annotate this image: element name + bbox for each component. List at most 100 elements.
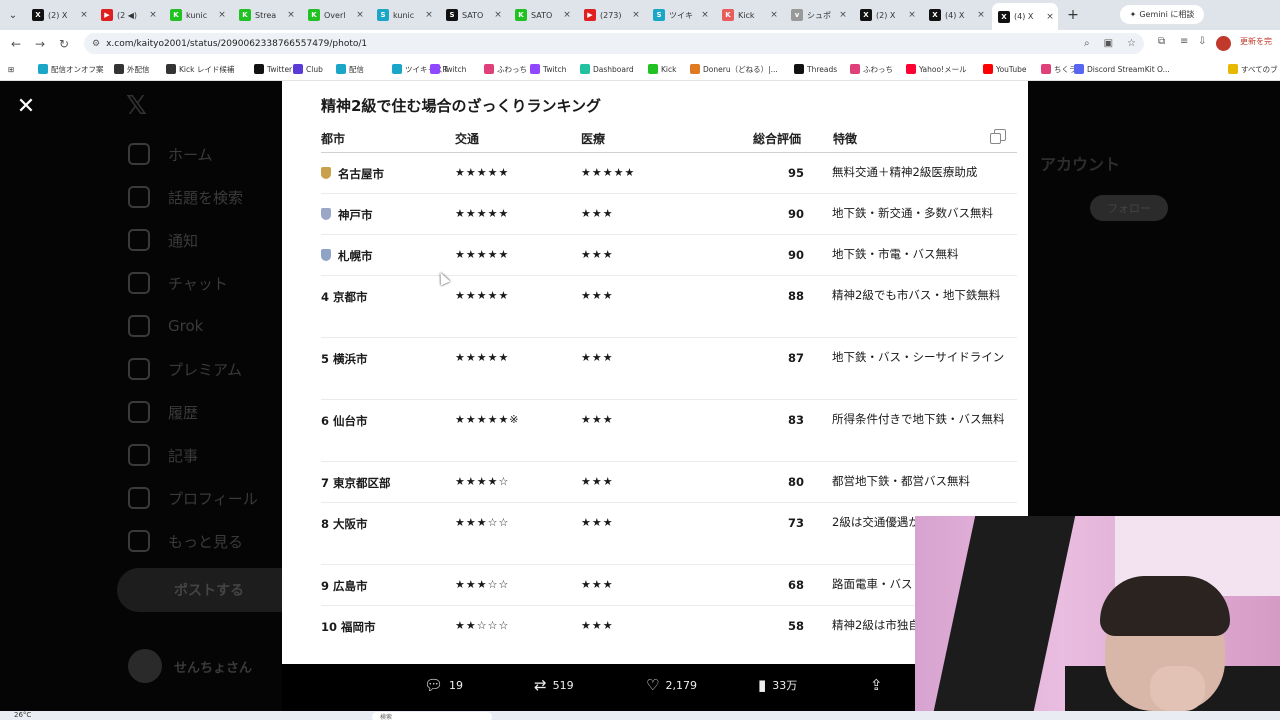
tab-close-icon[interactable]: × [838,10,848,20]
sidebar-nav-item[interactable]: 通知 [128,229,198,251]
follow-button[interactable]: フォロー [1090,195,1168,221]
tab-close-icon[interactable]: × [217,10,227,20]
sidebar-nav-item[interactable]: もっと見る [128,530,243,552]
bookmark-label: Twitch [443,64,467,74]
views-button[interactable]: ▮ 33万 [758,676,797,694]
new-tab-button[interactable]: + [1064,6,1082,24]
sidebar-nav-item[interactable]: 記事 [128,444,198,466]
tab-close-icon[interactable]: × [1045,12,1055,22]
table-row: 9 広島市 ★★★☆☆ ★★★ 68 路面電車・バス [321,565,1017,606]
browser-tab[interactable]: Skunic × [371,4,437,26]
extensions-icon[interactable]: ⧉ [1158,36,1165,47]
tab-title: (4) X [945,10,965,20]
city-name: 札幌市 [338,249,373,263]
sidebar-nav-item[interactable]: ホーム [128,143,213,165]
browser-tab[interactable]: ▶ (273) × [578,4,644,26]
like-button[interactable]: ♡ 2,179 [646,676,697,694]
tab-close-icon[interactable]: × [700,10,710,20]
browser-tab[interactable]: S ツイキ × [647,4,713,26]
close-icon[interactable]: ✕ [14,96,38,120]
browser-tab[interactable]: S SATO × [440,4,506,26]
bookmark-item[interactable]: Twitch [530,62,566,76]
tab-close-icon[interactable]: × [286,10,296,20]
sidebar-nav-item[interactable]: プロフィール [128,487,258,509]
bookmark-item[interactable]: Dashboard [580,62,634,76]
browser-tab[interactable]: ▶ (2 ◀) × [95,4,161,26]
reload-icon[interactable]: ↻ [56,36,72,52]
tab-close-icon[interactable]: × [493,10,503,20]
browser-tab[interactable]: X (4) X × [992,3,1058,30]
post-button[interactable]: ポストする [117,568,301,612]
tab-search-dropdown-icon[interactable]: ⌄ [4,6,22,24]
bookmark-item[interactable]: YouTube [983,62,1027,76]
table-row: 5 横浜市 ★★★★★ ★★★ 87 地下鉄・バス・シーサイドライン [321,338,1017,400]
x-logo-icon[interactable]: 𝕏 [126,91,147,121]
gemini-button[interactable]: ✦ Gemini に相談 [1120,5,1204,24]
star-icon[interactable]: ☆ [1127,38,1136,49]
bookmark-item[interactable]: Kick [648,62,676,76]
browser-tab[interactable]: X (2) X × [26,4,92,26]
transport-stars: ★★★☆☆ [455,516,510,529]
medal-icon [321,249,331,261]
forward-icon[interactable]: → [32,36,48,52]
tab-close-icon[interactable]: × [907,10,917,20]
bookmark-label: Twitch [543,64,567,74]
browser-tab[interactable]: K Kick × [716,4,782,26]
url-bar[interactable]: ⚙ x.com/kaityo2001/status/20900623387665… [84,33,1144,54]
bookmark-item[interactable]: Club [293,62,323,76]
bookmark-item[interactable]: 配信オンオフ案 [38,62,104,76]
sidebar-nav-item[interactable]: プレミアム [128,358,242,380]
bookmark-item[interactable]: Doneru（どねる）|... [690,62,778,76]
downloads-icon[interactable]: ⇩ [1198,36,1206,47]
repost-button[interactable]: ⇄ 519 [534,676,574,694]
sidebar-nav-item[interactable]: 話題を検索 [128,186,243,208]
share-button[interactable]: ⇪ [870,676,883,694]
bookmark-item[interactable]: Kick レイド候補 [166,62,234,76]
bookmark-item[interactable]: すべてのブ [1228,62,1278,76]
taskbar-search[interactable]: 検索 [372,712,492,720]
browser-tab[interactable]: X (4) X × [923,4,989,26]
bookmark-item[interactable]: 外配信 [114,62,150,76]
browser-tab[interactable]: X (2) X × [854,4,920,26]
bookmark-item[interactable]: ふわっち [850,62,893,76]
back-icon[interactable]: ← [8,36,24,52]
profile-avatar[interactable] [1216,36,1231,51]
sidebar-nav-item[interactable]: Grok [128,315,203,337]
bookmark-item[interactable]: ふわっち [484,62,527,76]
tab-close-icon[interactable]: × [976,10,986,20]
tab-close-icon[interactable]: × [424,10,434,20]
sidebar-nav-item[interactable]: チャット [128,272,228,294]
tab-close-icon[interactable]: × [79,10,89,20]
like-count: 2,179 [665,678,697,692]
weather-widget[interactable]: 26°C [14,711,31,719]
reply-button[interactable]: 💬︎ 19 [424,676,463,694]
cast-icon[interactable]: ▣ [1104,38,1113,49]
update-button[interactable]: 更新を完 [1240,36,1272,47]
sidebar-nav-item[interactable]: 履歴 [128,401,198,423]
apps-icon[interactable]: ⊞ [8,62,14,76]
tab-close-icon[interactable]: × [769,10,779,20]
tab-close-icon[interactable]: × [148,10,158,20]
tab-close-icon[interactable]: × [631,10,641,20]
browser-tab[interactable]: Kkunic × [164,4,230,26]
zoom-icon[interactable]: ⌕ [1084,38,1090,49]
nav-icon [128,487,150,509]
bookmark-item[interactable]: Discord StreamKit O... [1074,62,1170,76]
browser-tab[interactable]: K Strea × [233,4,299,26]
site-info-icon[interactable]: ⚙ [92,39,100,49]
account-switcher[interactable]: せんちょさん [128,649,252,683]
bookmark-item[interactable]: Twitter [254,62,292,76]
tab-close-icon[interactable]: × [562,10,572,20]
rank-number: 5 [321,352,330,366]
browser-tab[interactable]: K Overl × [302,4,368,26]
browser-tab[interactable]: K SATO × [509,4,575,26]
bookmark-label: Club [306,64,323,74]
reading-list-icon[interactable]: ≡ [1180,36,1188,47]
tab-close-icon[interactable]: × [355,10,365,20]
browser-tab[interactable]: v シュポ × [785,4,851,26]
bookmark-item[interactable]: Twitch [430,62,466,76]
bookmark-item[interactable]: Yahoo!メール [906,62,967,76]
bookmark-item[interactable]: 配信 [336,62,364,76]
bookmark-item[interactable]: Threads [794,62,837,76]
bookmark-label: ふわっち [863,64,893,74]
